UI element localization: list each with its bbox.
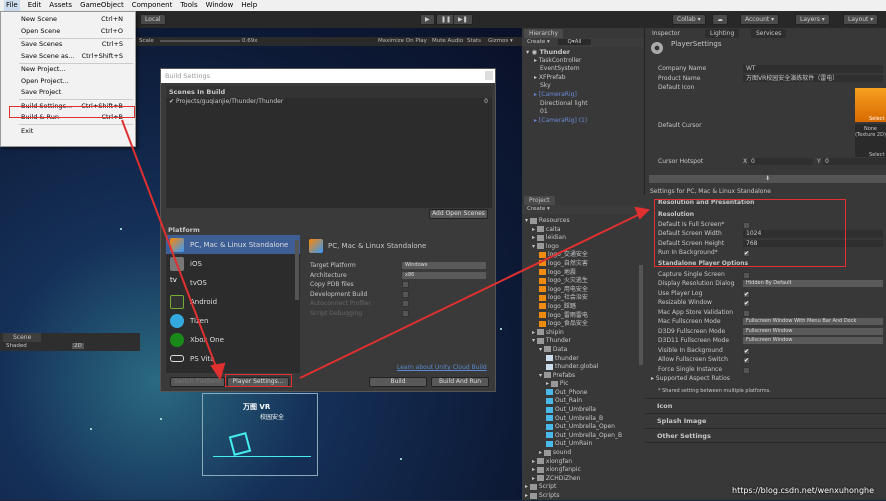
arrow-to-player-settings [121,119,219,373]
arrow-to-resolution [299,213,641,379]
arrowhead [210,362,226,381]
watermark: https://blog.csdn.net/wenxuhonghe [732,486,875,495]
annotation-arrows [121,119,651,381]
arrowhead [634,206,651,220]
